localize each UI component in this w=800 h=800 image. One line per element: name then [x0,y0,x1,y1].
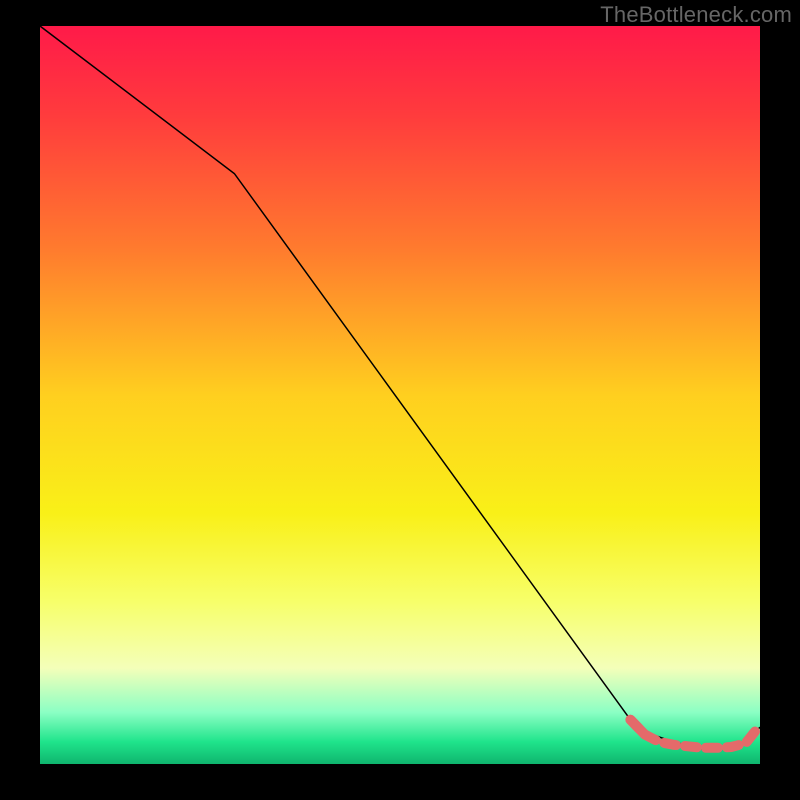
watermark-text: TheBottleneck.com [600,2,792,28]
gradient-rect [40,26,760,764]
chart-frame: TheBottleneck.com [0,0,800,800]
bottleneck-chart [40,26,760,764]
end-marker [750,727,760,737]
chart-svg [40,26,760,764]
